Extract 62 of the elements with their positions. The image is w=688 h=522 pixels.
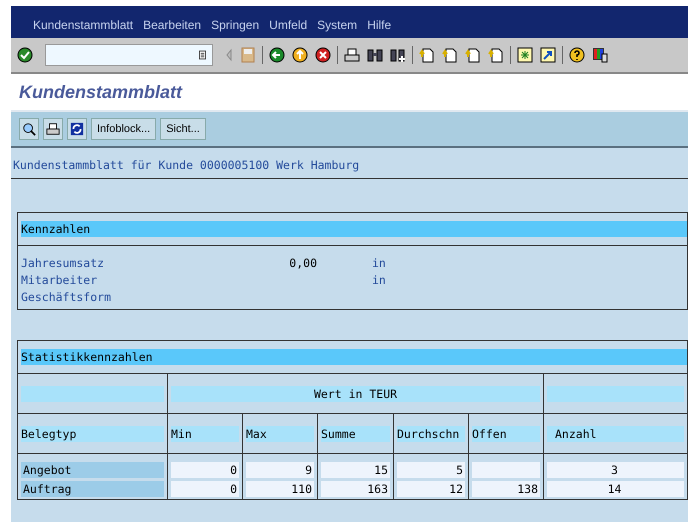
- clipboard-icon[interactable]: [199, 50, 206, 60]
- toolbar-button[interactable]: Sicht...: [160, 118, 206, 140]
- print-button[interactable]: [43, 118, 63, 140]
- menu-item[interactable]: System: [317, 18, 358, 32]
- column-header: Anzahl: [547, 426, 684, 442]
- menu-item[interactable]: Umfeld: [269, 18, 308, 32]
- page-arrow-icon[interactable]: [442, 47, 458, 63]
- table-cell: 15: [321, 462, 390, 478]
- save-icon[interactable]: [240, 47, 256, 63]
- section-header: Statistikkennzahlen: [21, 349, 687, 365]
- menu-item[interactable]: Springen: [211, 18, 260, 32]
- field-value: 0,00: [289, 256, 317, 270]
- table-cell: 9: [246, 462, 314, 478]
- menu-item[interactable]: Bearbeiten: [143, 18, 202, 32]
- field-label: Jahresumsatz: [21, 256, 106, 270]
- screen-title: Kundenstammblatt: [19, 82, 182, 102]
- column-header: Summe: [321, 426, 390, 442]
- help-icon[interactable]: [569, 47, 585, 63]
- table-cell: 0: [171, 481, 239, 497]
- binoculars-icon[interactable]: [367, 47, 383, 63]
- column-header: Durchschn: [397, 426, 465, 442]
- detail-button[interactable]: [19, 118, 39, 140]
- column-header: Offen: [472, 426, 540, 442]
- group-header: Wert in TEUR: [171, 386, 540, 402]
- page-arrow-icon[interactable]: [419, 47, 435, 63]
- table-cell: 163: [321, 481, 390, 497]
- row-label: Angebot: [21, 462, 164, 478]
- table-cell: 138: [472, 481, 540, 497]
- table-cell: 12: [397, 481, 465, 497]
- field-label: Geschäftsform: [21, 290, 112, 304]
- section-header: Kennzahlen: [21, 221, 687, 237]
- column-header: Min: [171, 426, 239, 442]
- table-cell: 14: [547, 481, 684, 497]
- field-label: Mitarbeiter: [21, 272, 98, 286]
- shortcut-icon[interactable]: [540, 47, 556, 63]
- binoculars-plus-icon[interactable]: [390, 47, 406, 63]
- table-cell: 110: [246, 481, 314, 497]
- unit-label: in: [372, 256, 386, 270]
- monitor-icon[interactable]: [592, 47, 608, 63]
- magnifier-icon: [22, 122, 36, 136]
- unit-label: in: [372, 272, 386, 286]
- refresh-icon: [70, 122, 84, 136]
- menu-item[interactable]: Hilfe: [367, 18, 392, 32]
- refresh-button[interactable]: [67, 118, 87, 140]
- page-arrow-icon[interactable]: [465, 47, 481, 63]
- toolbar-button[interactable]: Infoblock...: [91, 118, 156, 140]
- check-icon[interactable]: [17, 47, 33, 63]
- report-heading: Kundenstammblatt für Kunde 0000005100 Werk Hamburg: [11, 148, 688, 179]
- command-field[interactable]: [45, 44, 213, 66]
- table-cell: 3: [547, 462, 684, 478]
- table-cell: [472, 462, 540, 478]
- print-icon[interactable]: [344, 47, 360, 63]
- column-header: Max: [246, 426, 314, 442]
- back-icon[interactable]: [269, 47, 285, 63]
- menu-item[interactable]: Kundenstammblatt: [33, 18, 134, 32]
- cancel-icon[interactable]: [315, 47, 331, 63]
- table-cell: 0: [171, 462, 239, 478]
- page-arrow-icon[interactable]: [488, 47, 504, 63]
- table-cell: 5: [397, 462, 465, 478]
- print-icon: [46, 122, 60, 136]
- column-header: Belegtyp: [21, 426, 164, 442]
- row-label: Auftrag: [21, 481, 164, 497]
